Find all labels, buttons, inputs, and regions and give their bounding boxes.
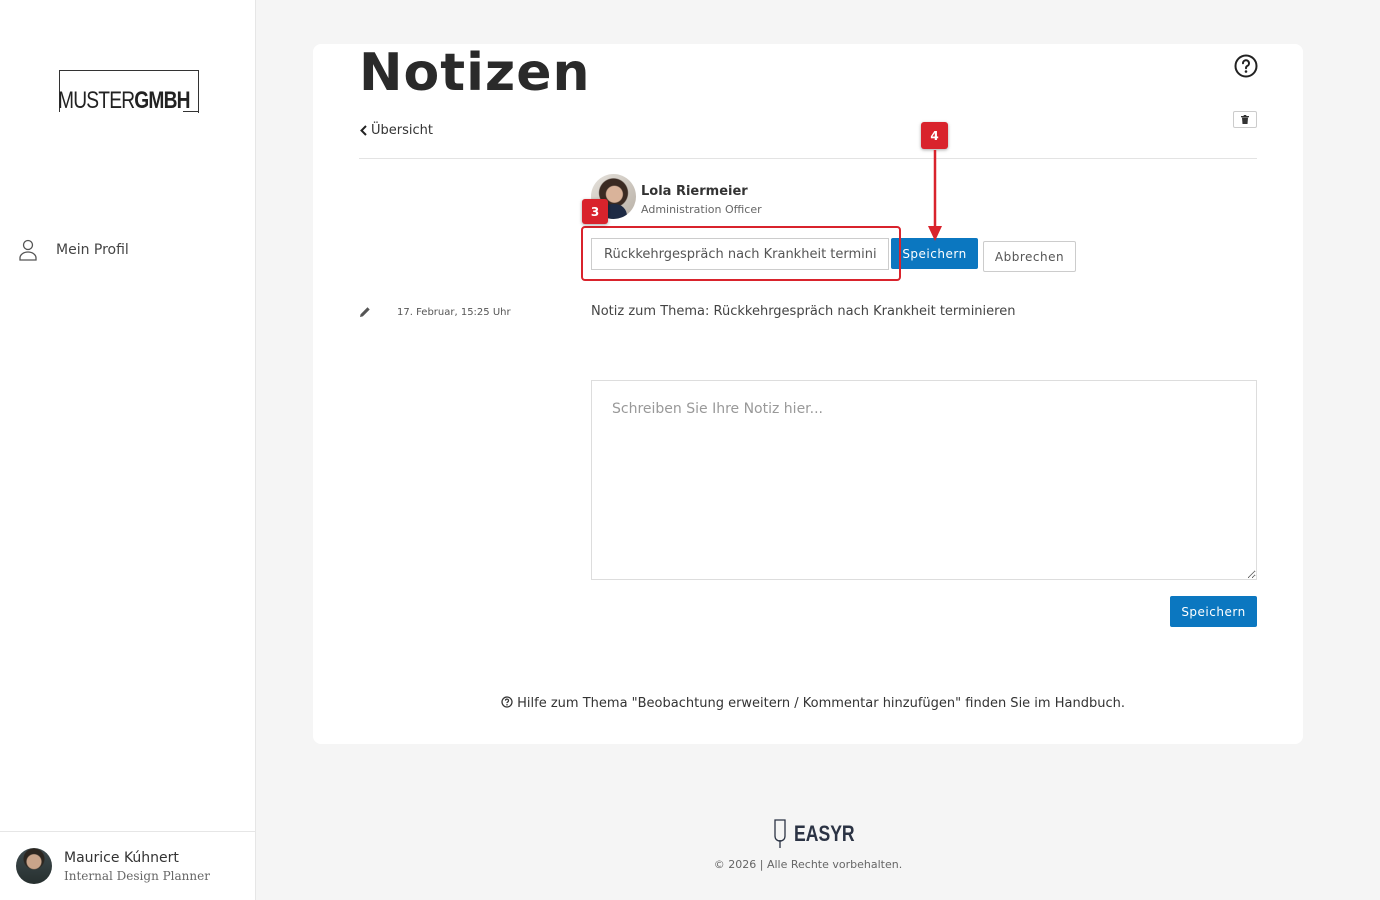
annotation-highlight-box xyxy=(581,226,901,281)
page-title: Notizen xyxy=(359,43,591,103)
user-role: Internal Design Planner xyxy=(64,869,210,883)
trash-icon xyxy=(1241,115,1249,124)
divider xyxy=(359,158,1257,159)
note-text: Notiz zum Thema: Rückkehrgespräch nach K… xyxy=(591,304,1016,319)
cancel-button[interactable]: Abbrechen xyxy=(983,241,1076,272)
author-name: Lola Riermeier xyxy=(641,184,748,199)
logo-text-gmbh: GMBH xyxy=(134,87,190,114)
sidebar-item-mein-profil[interactable]: Mein Profil xyxy=(18,238,129,262)
footer-logo: EASYR xyxy=(772,818,870,850)
help-text: Hilfe zum Thema "Beobachtung erweitern /… xyxy=(313,696,1313,711)
annotation-arrow-icon xyxy=(928,150,942,241)
annotation-badge-3: 3 xyxy=(582,199,608,224)
help-text-label: Hilfe zum Thema "Beobachtung erweitern /… xyxy=(517,696,1125,711)
sidebar: MUSTERGMBH Mein Profil Maurice Kúhnert I… xyxy=(0,0,256,900)
delete-button[interactable] xyxy=(1233,111,1257,128)
sidebar-item-label: Mein Profil xyxy=(56,242,129,258)
logo-frame-right xyxy=(198,71,199,113)
notes-card: Notizen Übersicht Lola Riermeier Adminis… xyxy=(313,43,1303,744)
back-link[interactable]: Übersicht xyxy=(359,123,433,138)
note-textarea[interactable] xyxy=(591,380,1257,580)
footer-brand: EASYR xyxy=(794,821,855,846)
save-note-button[interactable]: Speichern xyxy=(1170,596,1257,627)
annotation-badge-4: 4 xyxy=(921,122,948,149)
save-topic-button[interactable]: Speichern xyxy=(891,238,978,269)
note-timestamp: 17. Februar, 15:25 Uhr xyxy=(397,307,511,318)
easyr-logo-icon xyxy=(774,819,786,848)
help-circle-icon xyxy=(501,696,513,708)
user-icon xyxy=(19,239,37,261)
author-role: Administration Officer xyxy=(641,203,762,216)
chevron-left-icon xyxy=(360,125,367,136)
company-logo[interactable]: MUSTERGMBH xyxy=(58,70,199,114)
copyright: © 2026 | Alle Rechte vorbehalten. xyxy=(713,858,903,871)
logo-text-muster: MUSTER xyxy=(58,87,135,114)
logo-text: MUSTERGMBH xyxy=(58,87,191,114)
back-link-label: Übersicht xyxy=(371,123,433,138)
pencil-icon[interactable] xyxy=(359,306,371,318)
help-circle-icon[interactable] xyxy=(1234,54,1258,78)
